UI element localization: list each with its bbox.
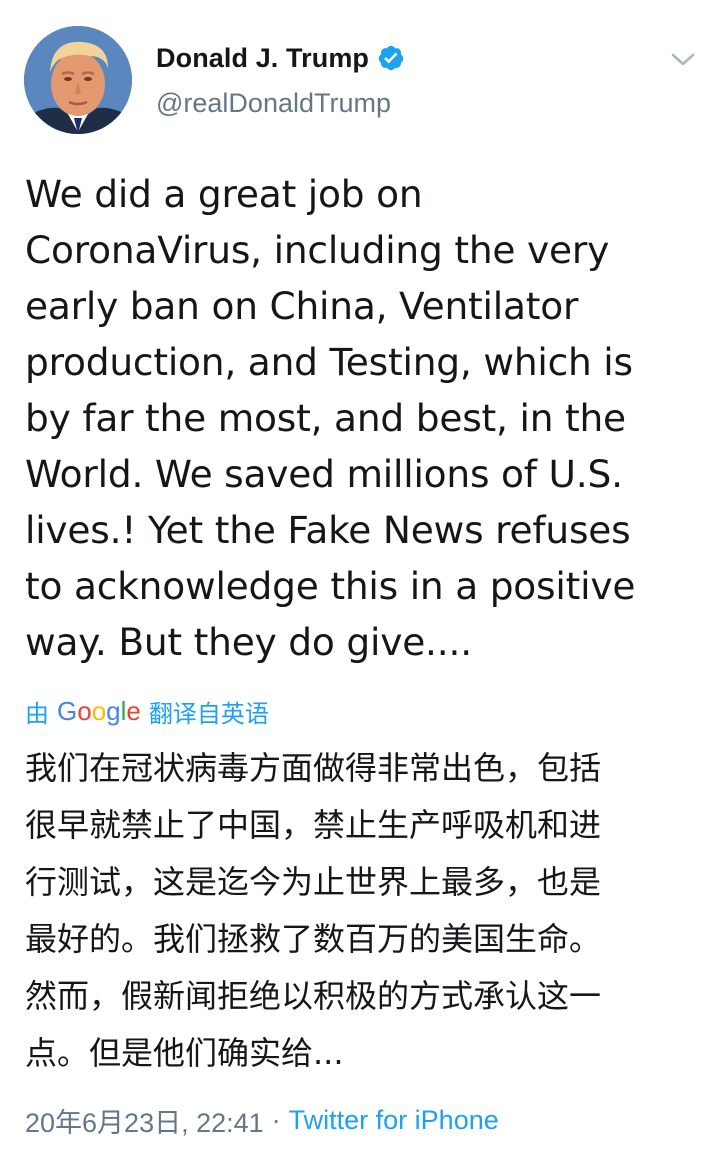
- translated-text: 我们在冠状病毒方面做得非常出色，包括 很早就禁止了中国，禁止生产呼吸机和进 行测…: [25, 749, 602, 1072]
- avatar-portrait: [24, 26, 132, 134]
- translation-from-label: 翻译自英语: [148, 699, 269, 728]
- source-link[interactable]: Twitter for iPhone: [289, 1105, 499, 1136]
- chevron-down-icon[interactable]: [670, 48, 696, 70]
- user-names: Donald J. Trump @realDonaldTrump: [156, 38, 405, 119]
- display-name-row: Donald J. Trump: [156, 38, 405, 78]
- translation-by-label: 由: [25, 699, 49, 728]
- verified-badge-icon: [378, 45, 404, 71]
- tweet-text: We did a great job on CoronaVirus, inclu…: [25, 172, 636, 664]
- timestamp[interactable]: 20年6月23日, 22:41: [25, 1101, 264, 1140]
- display-name[interactable]: Donald J. Trump: [156, 43, 369, 74]
- translation-attribution[interactable]: 由 Google 翻译自英语: [25, 694, 269, 728]
- google-logo: Google: [57, 695, 141, 726]
- tweet-header: Donald J. Trump @realDonaldTrump: [24, 26, 700, 136]
- avatar[interactable]: [24, 26, 132, 134]
- tweet-meta: 20年6月23日, 22:41 · Twitter for iPhone: [25, 1100, 499, 1140]
- meta-separator: ·: [271, 1104, 281, 1135]
- user-handle[interactable]: @realDonaldTrump: [156, 88, 405, 119]
